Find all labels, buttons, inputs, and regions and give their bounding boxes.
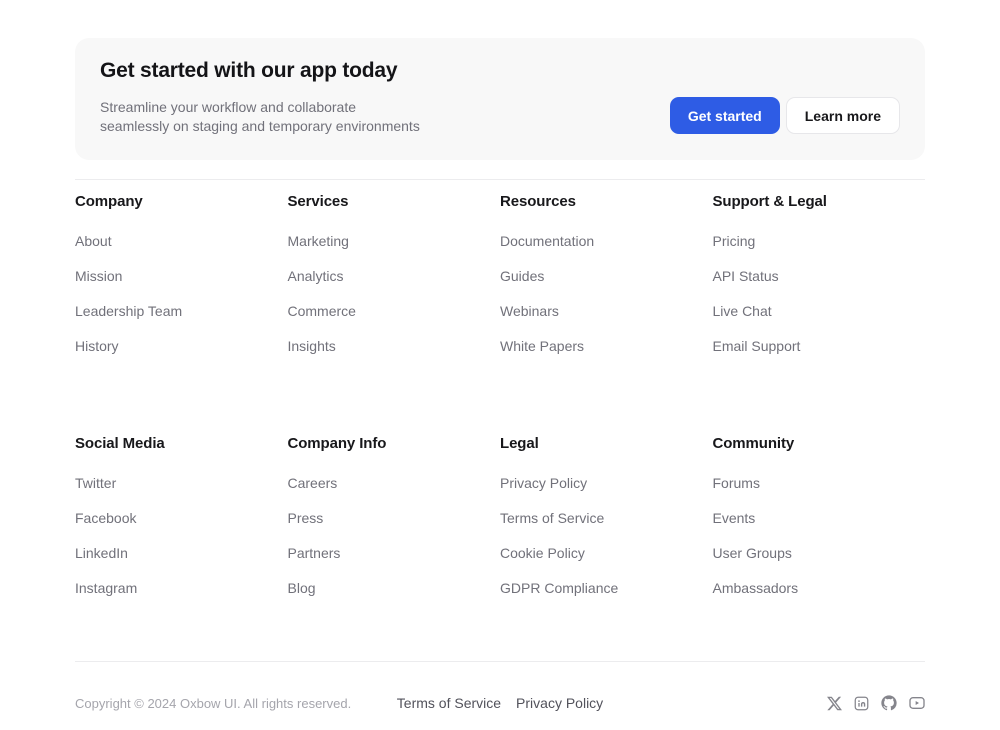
github-icon[interactable]	[881, 695, 897, 711]
social-icons	[827, 695, 925, 711]
link-guides[interactable]: Guides	[500, 268, 544, 284]
footer-column-community: Community Forums Events User Groups Amba…	[713, 435, 926, 615]
link-cookie-policy[interactable]: Cookie Policy	[500, 545, 585, 561]
link-documentation[interactable]: Documentation	[500, 233, 594, 249]
footer-column-company-info: Company Info Careers Press Partners Blog	[288, 435, 501, 615]
linkedin-icon[interactable]	[854, 696, 869, 711]
link-linkedin[interactable]: LinkedIn	[75, 545, 128, 561]
link-marketing[interactable]: Marketing	[288, 233, 349, 249]
get-started-button[interactable]: Get started	[670, 97, 780, 134]
link-twitter[interactable]: Twitter	[75, 475, 116, 491]
column-title: Social Media	[75, 435, 288, 452]
link-press[interactable]: Press	[288, 510, 324, 526]
column-title: Community	[713, 435, 926, 452]
cta-banner: Get started with our app today Streamlin…	[75, 38, 925, 160]
column-title: Company Info	[288, 435, 501, 452]
link-insights[interactable]: Insights	[288, 338, 336, 354]
column-title: Company	[75, 193, 288, 210]
link-live-chat[interactable]: Live Chat	[713, 303, 772, 319]
column-title: Resources	[500, 193, 713, 210]
bottom-bar: Copyright © 2024 Oxbow UI. All rights re…	[75, 695, 925, 711]
link-partners[interactable]: Partners	[288, 545, 341, 561]
footer-column-services: Services Marketing Analytics Commerce In…	[288, 193, 501, 373]
footer-column-company: Company About Mission Leadership Team Hi…	[75, 193, 288, 373]
link-instagram[interactable]: Instagram	[75, 580, 137, 596]
cta-title: Get started with our app today	[100, 59, 420, 83]
link-about[interactable]: About	[75, 233, 112, 249]
link-mission[interactable]: Mission	[75, 268, 122, 284]
footer-column-resources: Resources Documentation Guides Webinars …	[500, 193, 713, 373]
cta-subtitle: Streamline your workflow and collaborate…	[100, 98, 420, 136]
link-gdpr-compliance[interactable]: GDPR Compliance	[500, 580, 618, 596]
cta-text: Get started with our app today Streamlin…	[100, 59, 420, 136]
link-careers[interactable]: Careers	[288, 475, 338, 491]
link-facebook[interactable]: Facebook	[75, 510, 136, 526]
footer-links-row-1: Company About Mission Leadership Team Hi…	[75, 193, 925, 373]
footer-column-social-media: Social Media Twitter Facebook LinkedIn I…	[75, 435, 288, 615]
link-email-support[interactable]: Email Support	[713, 338, 801, 354]
column-title: Services	[288, 193, 501, 210]
link-api-status[interactable]: API Status	[713, 268, 779, 284]
link-pricing[interactable]: Pricing	[713, 233, 756, 249]
footer-links-row-2: Social Media Twitter Facebook LinkedIn I…	[75, 435, 925, 615]
link-events[interactable]: Events	[713, 510, 756, 526]
link-analytics[interactable]: Analytics	[288, 268, 344, 284]
divider-bottom	[75, 661, 925, 662]
link-privacy-policy[interactable]: Privacy Policy	[500, 475, 587, 491]
cta-subtitle-line-1: Streamline your workflow and collaborate	[100, 98, 420, 117]
cta-buttons: Get started Learn more	[670, 97, 900, 136]
bottom-link-terms-of-service[interactable]: Terms of Service	[397, 695, 501, 711]
link-forums[interactable]: Forums	[713, 475, 760, 491]
youtube-icon[interactable]	[909, 695, 925, 711]
footer-column-legal: Legal Privacy Policy Terms of Service Co…	[500, 435, 713, 615]
bottom-link-privacy-policy[interactable]: Privacy Policy	[516, 695, 603, 711]
column-title: Support & Legal	[713, 193, 926, 210]
link-terms-of-service[interactable]: Terms of Service	[500, 510, 604, 526]
learn-more-button[interactable]: Learn more	[786, 97, 900, 134]
copyright-text: Copyright © 2024 Oxbow UI. All rights re…	[75, 696, 397, 711]
cta-subtitle-line-2: seamlessly on staging and temporary envi…	[100, 117, 420, 136]
footer-column-support-legal: Support & Legal Pricing API Status Live …	[713, 193, 926, 373]
link-ambassadors[interactable]: Ambassadors	[713, 580, 799, 596]
link-leadership-team[interactable]: Leadership Team	[75, 303, 182, 319]
footer: Get started with our app today Streamlin…	[0, 38, 1000, 711]
link-history[interactable]: History	[75, 338, 119, 354]
column-title: Legal	[500, 435, 713, 452]
divider-top	[75, 179, 925, 180]
link-webinars[interactable]: Webinars	[500, 303, 559, 319]
link-commerce[interactable]: Commerce	[288, 303, 356, 319]
link-user-groups[interactable]: User Groups	[713, 545, 792, 561]
link-white-papers[interactable]: White Papers	[500, 338, 584, 354]
bottom-links: Terms of Service Privacy Policy	[397, 695, 603, 711]
link-blog[interactable]: Blog	[288, 580, 316, 596]
x-icon[interactable]	[827, 696, 842, 711]
